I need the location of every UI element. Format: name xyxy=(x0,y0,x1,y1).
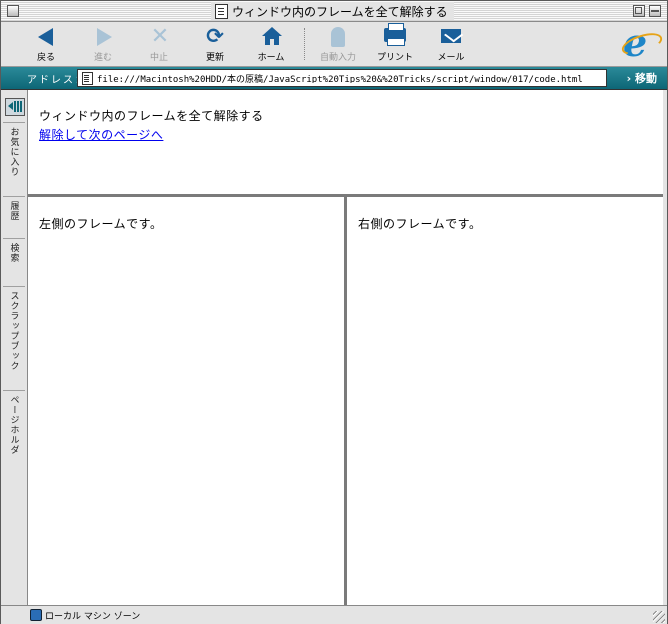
sidebar-toggle-icon[interactable] xyxy=(5,98,25,116)
stop-button[interactable]: ✕ 中止 xyxy=(135,24,183,64)
status-bar: ローカル マシン ゾーン xyxy=(1,605,667,624)
refresh-button[interactable]: ⟳ 更新 xyxy=(191,24,239,64)
release-frames-link[interactable]: 解除して次のページへ xyxy=(39,126,163,143)
close-box[interactable] xyxy=(7,5,19,17)
sidebar-tab-favorites[interactable]: お気に入り xyxy=(3,122,25,185)
sidebar-tab-label: スクラップブック xyxy=(8,291,19,371)
address-bar: アドレス： › 移動 xyxy=(1,67,667,90)
back-arrow-icon xyxy=(38,28,53,46)
sidebar-tab-label: 検索 xyxy=(8,243,19,263)
forward-arrow-icon xyxy=(97,28,112,46)
toolbar: 戻る 進む ✕ 中止 ⟳ 更新 ホーム 自動入力 プリント メール e xyxy=(1,22,667,67)
right-frame-text: 右側のフレームです。 xyxy=(358,217,482,231)
home-icon xyxy=(262,27,282,45)
sidebar-tab-label: 履歴 xyxy=(8,201,19,221)
home-button[interactable]: ホーム xyxy=(247,24,295,64)
sidebar-tab-label: ページホルダ xyxy=(8,395,19,455)
left-frame: 左側のフレームです。 xyxy=(28,197,347,605)
address-field[interactable] xyxy=(77,69,607,87)
autofill-pen-icon xyxy=(331,27,345,47)
envelope-icon xyxy=(441,29,461,43)
title-bar[interactable]: ウィンドウ内のフレームを全て解除する xyxy=(1,1,667,22)
resize-grip-icon[interactable] xyxy=(653,611,665,623)
autofill-button[interactable]: 自動入力 xyxy=(314,24,362,64)
sidebar-tab-search[interactable]: 検索 xyxy=(3,238,25,283)
sidebar-tab-page-holder[interactable]: ページホルダ xyxy=(3,390,25,471)
home-label: ホーム xyxy=(257,53,285,63)
explorer-sidebar: お気に入り 履歴 検索 スクラップブック ページホルダ xyxy=(1,90,28,605)
mail-label: メール xyxy=(437,53,465,63)
forward-label: 進む xyxy=(93,53,112,63)
print-button[interactable]: プリント xyxy=(371,23,419,64)
sidebar-tab-scrapbook[interactable]: スクラップブック xyxy=(3,286,25,387)
sidebar-tab-label: お気に入り xyxy=(8,127,19,177)
print-label: プリント xyxy=(376,53,413,63)
browser-window: ウィンドウ内のフレームを全て解除する 戻る 進む ✕ 中止 ⟳ 更新 ホーム 自… xyxy=(0,0,668,624)
refresh-icon: ⟳ xyxy=(206,24,224,48)
zone-computer-icon xyxy=(30,609,42,621)
left-frame-text: 左側のフレームです。 xyxy=(39,217,163,231)
url-input[interactable] xyxy=(97,73,597,83)
stop-label: 中止 xyxy=(149,53,168,63)
page-content: ウィンドウ内のフレームを全て解除する 解除して次のページへ 左側のフレームです。… xyxy=(28,90,663,605)
document-icon xyxy=(215,3,228,19)
forward-button[interactable]: 進む xyxy=(79,24,127,64)
stop-x-icon: ✕ xyxy=(150,24,170,49)
toolbar-separator xyxy=(304,28,305,60)
printer-icon xyxy=(384,23,406,46)
window-title: ウィンドウ内のフレームを全て解除する xyxy=(232,4,448,19)
ie-logo-icon[interactable]: e xyxy=(619,24,665,62)
back-label: 戻る xyxy=(36,53,55,63)
zoom-box[interactable] xyxy=(633,5,645,17)
refresh-label: 更新 xyxy=(205,53,224,63)
window-title-group: ウィンドウ内のフレームを全て解除する xyxy=(211,2,454,20)
autofill-label: 自動入力 xyxy=(319,53,356,63)
page-icon[interactable] xyxy=(82,71,93,85)
sidebar-tab-history[interactable]: 履歴 xyxy=(3,196,25,237)
collapse-box[interactable] xyxy=(649,5,661,17)
go-label: 移動 xyxy=(635,72,657,85)
right-frame: 右側のフレームです。 xyxy=(347,197,663,605)
go-button[interactable]: › 移動 xyxy=(627,70,657,86)
mail-button[interactable]: メール xyxy=(427,24,475,64)
top-frame-heading: ウィンドウ内のフレームを全て解除する xyxy=(39,109,264,123)
back-button[interactable]: 戻る xyxy=(22,24,70,64)
security-zone-text: ローカル マシン ゾーン xyxy=(45,612,141,622)
top-frame: ウィンドウ内のフレームを全て解除する 解除して次のページへ xyxy=(28,90,663,197)
